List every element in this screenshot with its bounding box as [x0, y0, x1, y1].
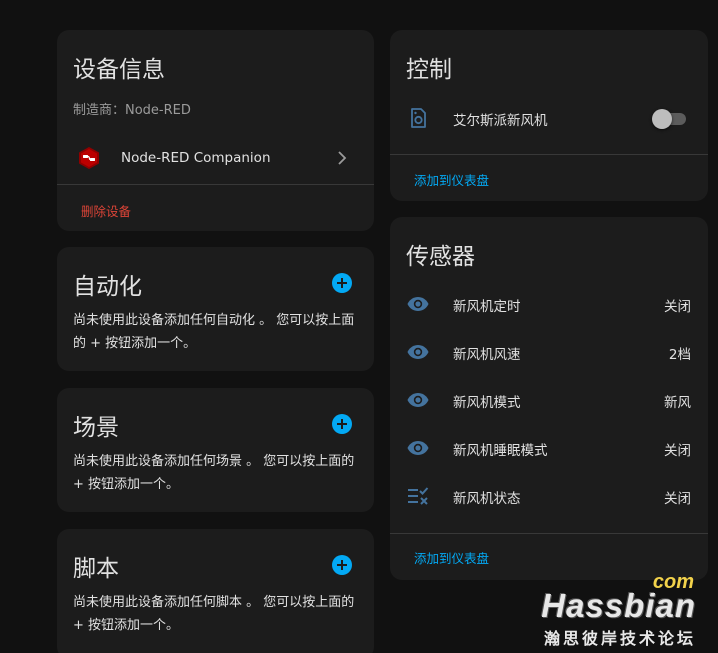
sensor-value: 关闭	[664, 443, 691, 459]
add-script-button[interactable]	[332, 555, 352, 575]
eye-icon	[407, 345, 429, 359]
add-to-dashboard-button[interactable]: 添加到仪表盘	[414, 170, 489, 189]
node-red-logo-icon	[79, 147, 99, 169]
control-name: 艾尔斯派新风机	[453, 113, 548, 129]
script-card: 脚本 尚未使用此设备添加任何脚本 。 您可以按上面的 + 按钮添加一个。	[57, 529, 374, 653]
chevron-right-icon	[338, 151, 347, 165]
toggle-switch[interactable]	[652, 108, 688, 129]
add-scene-button[interactable]	[332, 414, 352, 434]
watermark-logo: com Hassbian 瀚思彼岸技术论坛	[541, 571, 696, 649]
scene-description: 尚未使用此设备添加任何场景 。 您可以按上面的 + 按钮添加一个。	[73, 454, 355, 492]
eye-icon	[407, 441, 429, 455]
sensor-row[interactable]: 新风机状态 关闭	[390, 472, 708, 520]
card-title: 自动化	[73, 274, 142, 300]
sensor-name: 新风机风速	[453, 347, 521, 363]
divider	[57, 184, 374, 185]
sensor-row[interactable]: 新风机睡眠模式 关闭	[390, 424, 708, 472]
sensor-row[interactable]: 新风机定时 关闭	[390, 280, 708, 328]
script-description: 尚未使用此设备添加任何脚本 。 您可以按上面的 + 按钮添加一个。	[73, 595, 355, 633]
toggle-thumb	[652, 109, 672, 129]
automation-description: 尚未使用此设备添加任何自动化 。 您可以按上面的 + 按钮添加一个。	[73, 313, 355, 351]
divider	[390, 533, 708, 534]
sensor-name: 新风机定时	[453, 299, 521, 315]
automation-card: 自动化 尚未使用此设备添加任何自动化 。 您可以按上面的 + 按钮添加一个。	[57, 247, 374, 371]
add-to-dashboard-button[interactable]: 添加到仪表盘	[414, 548, 489, 567]
sensor-name: 新风机状态	[453, 491, 521, 507]
card-title: 设备信息	[73, 57, 165, 83]
card-title: 传感器	[406, 244, 475, 270]
sensor-value: 关闭	[664, 491, 691, 507]
watermark-com: com	[652, 571, 694, 593]
card-title: 脚本	[73, 556, 119, 582]
eye-icon	[407, 297, 429, 311]
manufacturer-text: 制造商：Node-RED	[73, 103, 191, 118]
sensors-card: 传感器 新风机定时 关闭 新风机风速 2档 新风机模式 新风 新风机睡眠模式 关…	[390, 217, 708, 580]
scene-card: 场景 尚未使用此设备添加任何场景 。 您可以按上面的 + 按钮添加一个。	[57, 388, 374, 512]
list-status-icon	[408, 487, 429, 505]
sensor-name: 新风机睡眠模式	[453, 443, 548, 459]
delete-device-button[interactable]: 删除设备	[81, 201, 131, 220]
control-row[interactable]: 艾尔斯派新风机	[390, 94, 708, 142]
sensor-name: 新风机模式	[453, 395, 521, 411]
sensor-value: 2档	[668, 347, 691, 363]
watermark-subtitle: 瀚思彼岸技术论坛	[543, 629, 696, 648]
card-title: 场景	[73, 415, 119, 441]
sensor-row[interactable]: 新风机模式 新风	[390, 376, 708, 424]
card-title: 控制	[406, 57, 452, 83]
add-automation-button[interactable]	[332, 273, 352, 293]
integration-name: Node-RED Companion	[121, 150, 271, 166]
eye-icon	[407, 393, 429, 407]
sensor-value: 新风	[664, 395, 691, 411]
controls-card: 控制 艾尔斯派新风机 添加到仪表盘	[390, 30, 708, 201]
integration-row[interactable]: Node-RED Companion	[57, 136, 374, 180]
divider	[390, 154, 708, 155]
device-info-card: 设备信息 制造商：Node-RED Node-RED Companion 删除设…	[57, 30, 374, 231]
sensor-row[interactable]: 新风机风速 2档	[390, 328, 708, 376]
sensor-value: 关闭	[664, 299, 691, 315]
switch-icon	[411, 108, 426, 128]
